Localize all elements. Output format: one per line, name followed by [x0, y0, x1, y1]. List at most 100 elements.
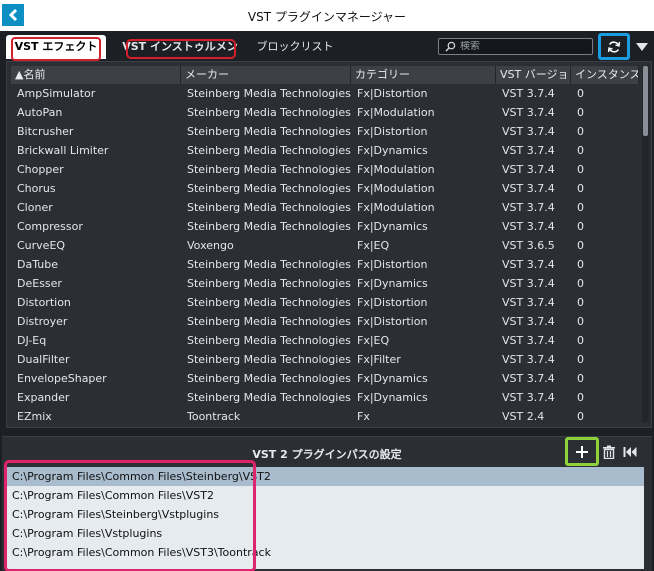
path-list-item[interactable]: C:\Program Files\Common Files\Steinberg\… — [6, 467, 644, 486]
refresh-button[interactable] — [598, 33, 630, 60]
table-row[interactable]: Cloner Steinberg Media Technologies Fx|Mod… — [11, 198, 639, 217]
table-cell: 0 — [577, 201, 584, 214]
table-cell: Distortion — [17, 296, 71, 309]
table-cell: Chopper — [17, 163, 64, 176]
table-cell: Steinberg Media Technologies — [187, 334, 351, 347]
table-cell: Brickwall Limiter — [17, 144, 109, 157]
table-cell: VST 3.7.4 — [502, 258, 555, 271]
table-cell: Expander — [17, 391, 70, 404]
table-cell: Fx|Filter — [357, 353, 401, 366]
table-cell: VST 3.6.5 — [502, 239, 555, 252]
table-cell: VST 3.7.4 — [502, 277, 555, 290]
table-cell: Toontrack — [187, 410, 241, 423]
tab-strip: VST エフェクト VST インストゥルメント ブロックリスト — [0, 31, 654, 77]
add-path-button[interactable] — [565, 437, 599, 466]
table-row[interactable]: Distroyer Steinberg Media Technologies Fx|… — [11, 312, 639, 331]
table-row[interactable]: AmpSimulator Steinberg Media Technologies… — [11, 84, 639, 103]
table-cell: Fx|Distortion — [357, 87, 428, 100]
table-body: AmpSimulator Steinberg Media Technologies… — [11, 84, 639, 426]
plugin-path-list: C:\Program Files\Common Files\Steinberg\… — [6, 467, 644, 569]
table-cell: VST 3.7.4 — [502, 201, 555, 214]
column-header-version[interactable]: VST バージョン — [496, 66, 571, 84]
table-cell: VST 3.7.4 — [502, 353, 555, 366]
table-cell: VST 3.7.4 — [502, 334, 555, 347]
table-cell: Fx|Dynamics — [357, 372, 428, 385]
table-cell: CurveEQ — [17, 239, 66, 252]
table-cell: Fx|Dynamics — [357, 220, 428, 233]
tab-vst-instruments[interactable]: VST インストゥルメント — [120, 35, 240, 77]
table-cell: VST 3.7.4 — [502, 315, 555, 328]
table-row[interactable]: Chorus Steinberg Media Technologies Fx|Mod… — [11, 179, 639, 198]
refresh-icon — [607, 40, 621, 53]
column-header-category[interactable]: カテゴリー — [351, 66, 496, 84]
table-cell: 0 — [577, 372, 584, 385]
table-row[interactable]: Brickwall Limiter Steinberg Media Technol… — [11, 141, 639, 160]
table-cell: VST 3.7.4 — [502, 182, 555, 195]
trash-icon[interactable] — [602, 445, 616, 459]
table-scrollbar[interactable] — [642, 66, 649, 422]
table-row[interactable]: Chopper Steinberg Media Technologies Fx|Mo… — [11, 160, 639, 179]
table-cell: Fx|Modulation — [357, 106, 435, 119]
table-row[interactable]: Bitcrusher Steinberg Media Technologies Fx… — [11, 122, 639, 141]
table-cell: Steinberg Media Technologies — [187, 182, 351, 195]
table-cell: Steinberg Media Technologies — [187, 277, 351, 290]
table-cell: Steinberg Media Technologies — [187, 87, 351, 100]
table-cell: VST 2.4 — [502, 410, 545, 423]
table-cell: 0 — [577, 239, 584, 252]
path-list-item[interactable]: C:\Program Files\Common Files\VST3\Toont… — [6, 543, 644, 562]
path-panel-title: VST 2 プラグインパスの設定 — [252, 448, 402, 461]
table-row[interactable]: DaTube Steinberg Media Technologies Fx|Dis… — [11, 255, 639, 274]
table-cell: Fx|Dynamics — [357, 277, 428, 290]
search-box[interactable] — [438, 38, 593, 55]
table-cell: 0 — [577, 163, 584, 176]
dropdown-arrow-icon[interactable] — [635, 42, 649, 52]
table-row[interactable]: Distortion Steinberg Media Technologies Fx… — [11, 293, 639, 312]
table-cell: 0 — [577, 144, 584, 157]
path-list-item[interactable]: C:\Program Files\Common Files\VST2 — [6, 486, 644, 505]
table-row[interactable]: EZmix Toontrack Fx VST 2.4 0 — [11, 407, 639, 426]
table-cell: 0 — [577, 87, 584, 100]
search-input[interactable] — [460, 41, 590, 52]
table-cell: 0 — [577, 106, 584, 119]
plugin-table: ▲名前 メーカー カテゴリー VST バージョン インスタンス数 AmpSimu… — [6, 61, 652, 428]
table-row[interactable]: EnvelopeShaper Steinberg Media Technologi… — [11, 369, 639, 388]
highlight-frame-red — [11, 37, 101, 61]
path-list-item[interactable]: C:\Program Files\Vstplugins — [6, 524, 644, 543]
tab-blocklist[interactable]: ブロックリスト — [250, 35, 340, 59]
table-cell: DJ-Eq — [17, 334, 47, 347]
column-header-instances[interactable]: インスタンス数 — [571, 66, 639, 84]
path-list-item[interactable]: C:\Program Files\Steinberg\Vstplugins — [6, 505, 644, 524]
table-cell: DualFilter — [17, 353, 70, 366]
table-cell: Fx|Distortion — [357, 296, 428, 309]
table-row[interactable]: Expander Steinberg Media Technologies Fx|D… — [11, 388, 639, 407]
table-cell: Bitcrusher — [17, 125, 74, 138]
table-cell: VST 3.7.4 — [502, 296, 555, 309]
table-cell: EnvelopeShaper — [17, 372, 107, 385]
skip-to-start-icon[interactable] — [623, 446, 637, 458]
table-cell: Voxengo — [187, 239, 234, 252]
table-row[interactable]: CurveEQ Voxengo Fx|EQ VST 3.6.5 0 — [11, 236, 639, 255]
table-cell: Steinberg Media Technologies — [187, 106, 351, 119]
table-cell: Fx|EQ — [357, 334, 390, 347]
table-cell: Steinberg Media Technologies — [187, 258, 351, 271]
table-row[interactable]: DJ-Eq Steinberg Media Technologies Fx|EQ VS… — [11, 331, 639, 350]
table-cell: Fx|Distortion — [357, 125, 428, 138]
table-cell: Fx|EQ — [357, 239, 390, 252]
column-header-name[interactable]: ▲名前 — [11, 66, 181, 84]
table-cell: Fx — [357, 410, 370, 423]
table-cell: Steinberg Media Technologies — [187, 296, 351, 309]
tab-vst-effects[interactable]: VST エフェクト — [6, 35, 106, 61]
table-cell: VST 3.7.4 — [502, 87, 555, 100]
column-header-vendor[interactable]: メーカー — [181, 66, 351, 84]
table-cell: 0 — [577, 353, 584, 366]
scrollbar-thumb[interactable] — [643, 66, 648, 136]
table-row[interactable]: AutoPan Steinberg Media Technologies Fx|Mo… — [11, 103, 639, 122]
table-row[interactable]: DeEsser Steinberg Media Technologies Fx|Dy… — [11, 274, 639, 293]
table-cell: AutoPan — [17, 106, 63, 119]
table-cell: VST 3.7.4 — [502, 372, 555, 385]
table-row[interactable]: DualFilter Steinberg Media Technologies Fx… — [11, 350, 639, 369]
table-cell: Steinberg Media Technologies — [187, 220, 351, 233]
table-cell: VST 3.7.4 — [502, 163, 555, 176]
table-cell: Steinberg Media Technologies — [187, 163, 351, 176]
table-row[interactable]: Compressor Steinberg Media Technologies Fx… — [11, 217, 639, 236]
